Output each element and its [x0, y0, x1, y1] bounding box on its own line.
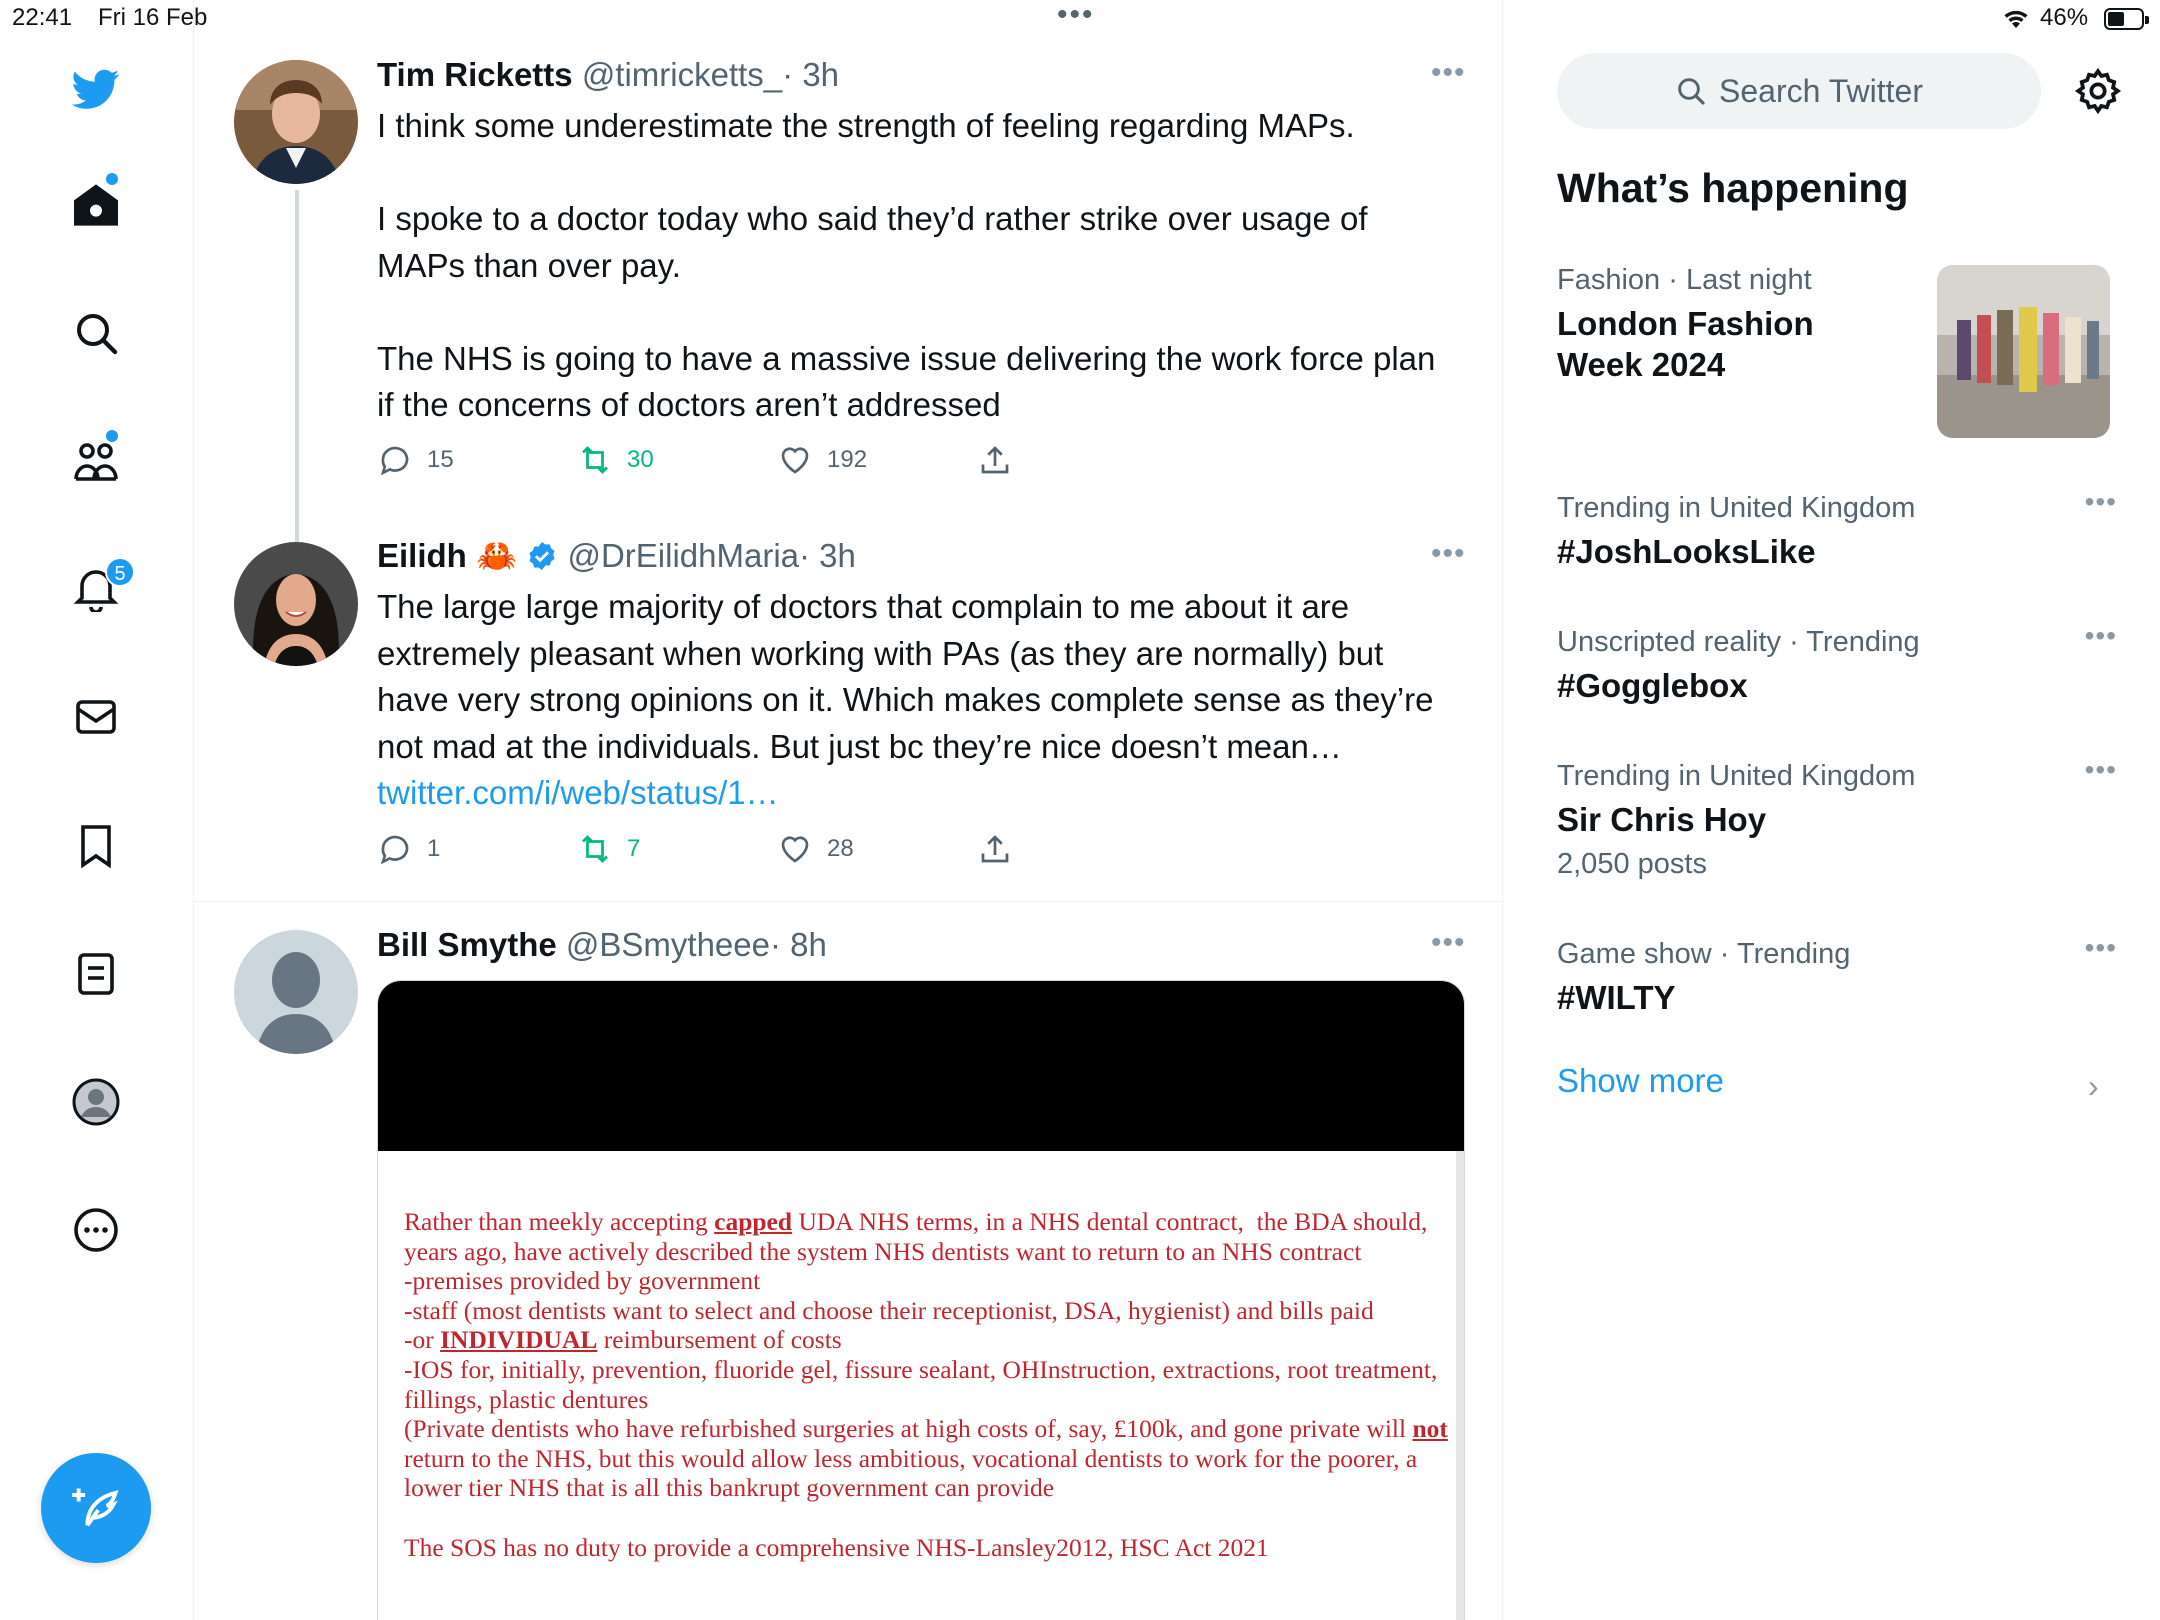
trend-item-joshlookslike[interactable]: ••• Trending in United Kingdom #JoshLook…: [1557, 486, 2117, 572]
bookmarks-icon[interactable]: [65, 815, 127, 877]
profile-avatar-icon[interactable]: [65, 1071, 127, 1133]
like-button[interactable]: 28: [777, 831, 854, 867]
retweet-count: 30: [627, 446, 654, 473]
more-circle-icon[interactable]: [65, 1199, 127, 1261]
tweet-actions: 15 30 192: [377, 442, 1197, 482]
home-icon[interactable]: [65, 174, 127, 236]
author-handle[interactable]: @timricketts_: [582, 56, 782, 93]
crab-emoji: 🦀: [476, 537, 518, 574]
tweet-text: The large large majority of doctors that…: [377, 584, 1457, 817]
heart-icon: [781, 836, 809, 863]
reply-icon: [380, 446, 409, 476]
compose-feather-icon: [72, 1488, 119, 1527]
author-handle[interactable]: @BSmytheee: [566, 926, 770, 963]
heart-icon: [781, 447, 809, 474]
communities-unread-dot: [106, 430, 118, 442]
home-unread-dot: [106, 173, 118, 185]
tweet-more-options-icon[interactable]: •••: [1431, 926, 1466, 960]
author-name[interactable]: Bill Smythe: [377, 926, 557, 963]
avatar[interactable]: [234, 60, 358, 184]
share-button[interactable]: [977, 831, 1013, 867]
tweet-header: Tim Ricketts @timricketts_· 3h: [377, 56, 839, 94]
search-input[interactable]: Search Twitter: [1557, 53, 2041, 129]
tweet-body: The large large majority of doctors that…: [377, 588, 1443, 765]
default-avatar[interactable]: [234, 930, 358, 1054]
avatar[interactable]: [234, 542, 358, 666]
tweet-time[interactable]: · 3h: [782, 56, 839, 93]
tweet-link[interactable]: twitter.com/i/web/status/1…: [377, 774, 779, 811]
reply-count: 15: [427, 446, 454, 473]
author-name[interactable]: Eilidh: [377, 537, 467, 574]
trend-item-sir-chris-hoy[interactable]: ••• Trending in United Kingdom Sir Chris…: [1557, 754, 2117, 881]
settings-gear-icon[interactable]: [2073, 66, 2123, 116]
author-name[interactable]: Tim Ricketts: [377, 56, 573, 93]
compose-tweet-button[interactable]: [41, 1453, 151, 1563]
trend-title: #JoshLooksLike: [1557, 533, 1816, 570]
trend-thumbnail-image[interactable]: [1937, 265, 2110, 438]
whats-happening-heading: What’s happening: [1557, 165, 1909, 211]
timeline: Tim Ricketts @timricketts_· 3h ••• I thi…: [193, 0, 1504, 1620]
retweet-count: 7: [627, 835, 641, 862]
notifications-badge: 5: [105, 557, 135, 587]
trend-item-wilty[interactable]: ••• Game show · Trending #WILTY: [1557, 932, 2117, 1018]
media-black-banner: [378, 981, 1464, 1151]
trend-more-options-icon[interactable]: •••: [2085, 754, 2117, 786]
tweet-time[interactable]: · 8h: [770, 926, 827, 963]
trend-more-options-icon[interactable]: •••: [2085, 486, 2117, 518]
tweet-actions: 1 7 28: [377, 831, 1197, 871]
trend-meta: Trending in United Kingdom: [1557, 760, 1916, 792]
trend-meta: Game show · Trending: [1557, 938, 1851, 970]
document-scan: Rather than meekly accepting capped UDA …: [378, 1151, 1464, 1620]
like-count: 28: [827, 835, 854, 862]
search-icon: [1678, 78, 1705, 105]
trend-more-options-icon[interactable]: •••: [2085, 620, 2117, 652]
trend-title: London Fashion Week 2024: [1557, 305, 1814, 383]
trend-post-count: 2,050 posts: [1557, 848, 1707, 880]
lists-icon[interactable]: [65, 943, 127, 1005]
tweet-divider: [194, 901, 1504, 902]
communities-people-icon[interactable]: [65, 430, 127, 492]
retweet-icon: [582, 835, 608, 863]
left-navigation: 5: [0, 0, 193, 1620]
retweet-button[interactable]: 7: [577, 831, 640, 867]
tweet-header: Bill Smythe @BSmytheee· 8h: [377, 926, 827, 964]
verified-badge-icon: [529, 542, 555, 570]
tweet-more-options-icon[interactable]: •••: [1431, 537, 1466, 571]
show-more-link[interactable]: Show more: [1557, 1062, 1724, 1100]
right-sidebar: Search Twitter What’s happening Fashion …: [1503, 0, 2160, 1620]
search-placeholder: Search Twitter: [1719, 72, 1923, 109]
retweet-button[interactable]: 30: [577, 442, 654, 478]
share-icon: [981, 446, 1009, 474]
trend-more-options-icon[interactable]: •••: [2085, 932, 2117, 964]
tweet-header: Eilidh 🦀 @DrEilidhMaria· 3h: [377, 537, 856, 576]
like-button[interactable]: 192: [777, 442, 867, 478]
trend-title: Sir Chris Hoy: [1557, 801, 1767, 838]
chevron-right-icon[interactable]: ›: [2088, 1068, 2099, 1105]
trend-item-gogglebox[interactable]: ••• Unscripted reality · Trending #Goggl…: [1557, 620, 2117, 706]
twitter-logo-bird-icon[interactable]: [65, 58, 127, 120]
tweet-time[interactable]: · 3h: [799, 537, 856, 574]
messages-mail-icon[interactable]: [65, 686, 127, 748]
tweet-media-image[interactable]: Rather than meekly accepting capped UDA …: [377, 980, 1465, 1620]
reply-icon: [380, 835, 409, 865]
reply-button[interactable]: 1: [377, 831, 440, 867]
reply-count: 1: [427, 835, 441, 862]
thread-connector-line: [295, 190, 299, 542]
share-icon: [981, 835, 1009, 863]
trend-meta: Unscripted reality · Trending: [1557, 626, 1920, 658]
trend-title: #Gogglebox: [1557, 667, 1748, 704]
like-count: 192: [827, 446, 868, 473]
trend-meta: Trending in United Kingdom: [1557, 492, 1916, 524]
document-text: Rather than meekly accepting capped UDA …: [404, 1207, 1448, 1562]
reply-button[interactable]: 15: [377, 442, 454, 478]
search-explore-icon[interactable]: [65, 302, 127, 364]
author-handle[interactable]: @DrEilidhMaria: [567, 537, 799, 574]
trend-title: #WILTY: [1557, 979, 1676, 1016]
tweet-text: I think some underestimate the strength …: [377, 107, 1436, 423]
retweet-icon: [582, 446, 608, 474]
share-button[interactable]: [977, 442, 1013, 478]
tweet-more-options-icon[interactable]: •••: [1431, 56, 1466, 90]
